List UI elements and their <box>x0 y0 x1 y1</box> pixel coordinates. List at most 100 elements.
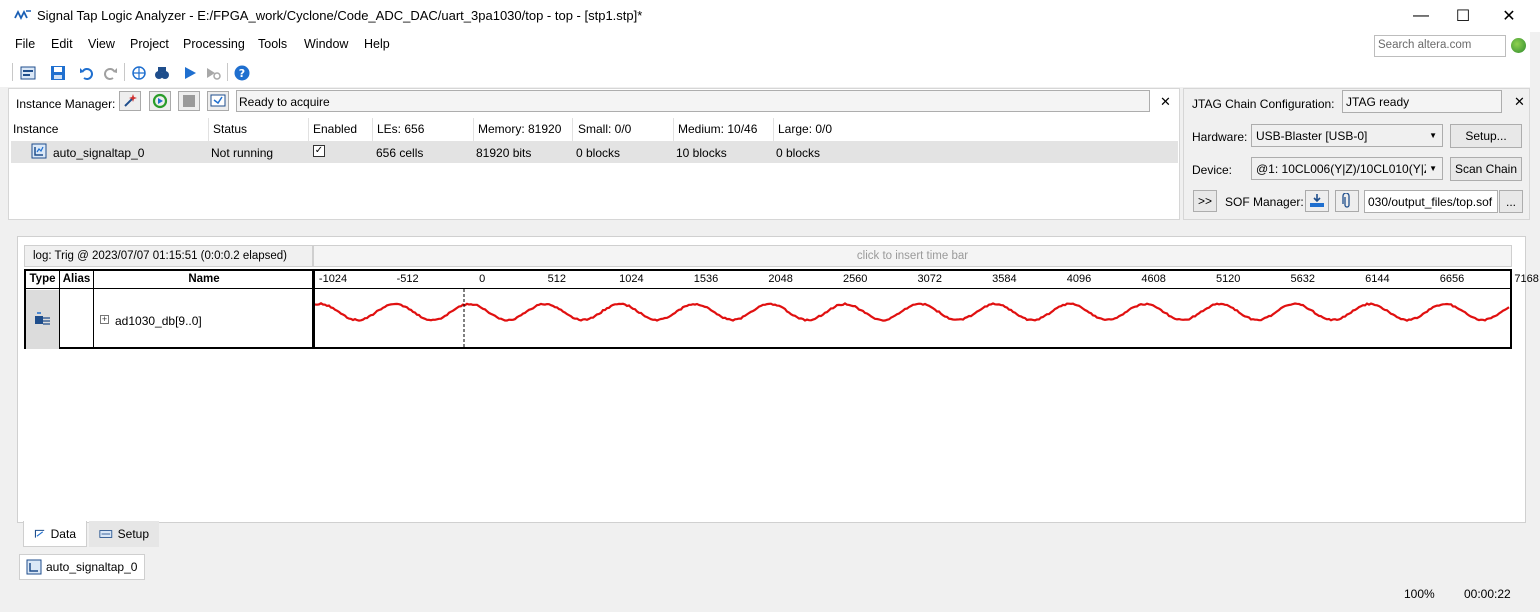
column-enabled[interactable]: Enabled <box>313 122 357 136</box>
autorun-button[interactable] <box>149 91 171 111</box>
time-bar-insert-area[interactable]: click to insert time bar <box>313 245 1512 267</box>
autorun-analysis-icon[interactable] <box>205 65 221 81</box>
enabled-checkbox[interactable]: ✓ <box>313 145 325 157</box>
jtag-chain-panel: JTAG Chain Configuration: JTAG ready ✕ H… <box>1183 88 1530 220</box>
signal-tap-app-icon <box>14 8 32 22</box>
time-tick-label: 2560 <box>843 273 867 285</box>
time-tick-label: 6144 <box>1365 273 1389 285</box>
column-les[interactable]: LEs: 656 <box>377 122 424 136</box>
elapsed-time: 00:00:22 <box>1464 587 1511 601</box>
read-data-button[interactable] <box>207 91 229 111</box>
column-divider <box>773 118 774 142</box>
column-large[interactable]: Large: 0/0 <box>778 122 832 136</box>
toolbar-separator <box>227 63 228 81</box>
instance-row[interactable]: auto_signaltap_0 Not running ✓ 656 cells… <box>11 141 1178 163</box>
waveform-trace <box>315 303 1509 320</box>
globe-icon[interactable] <box>1511 38 1526 53</box>
menu-window[interactable]: Window <box>304 37 348 51</box>
attach-sof-button[interactable] <box>1335 190 1359 212</box>
instance-small: 0 blocks <box>576 146 620 160</box>
device-value: @1: 10CL006(Y|Z)/10CL010(Y|Z <box>1256 162 1431 176</box>
menu-processing[interactable]: Processing <box>183 37 245 51</box>
setup-tab-icon <box>99 527 113 541</box>
signal-tap-window: Signal Tap Logic Analyzer - E:/FPGA_work… <box>0 0 1540 612</box>
column-instance[interactable]: Instance <box>13 122 58 136</box>
stop-icon <box>182 94 196 108</box>
instance-tab-icon <box>26 559 42 575</box>
instance-manager-panel: Instance Manager: Ready to acquire ✕ Ins… <box>8 88 1180 220</box>
column-memory[interactable]: Memory: 81920 <box>478 122 561 136</box>
signal-name[interactable]: ad1030_db[9..0] <box>115 314 202 328</box>
menu-file[interactable]: File <box>15 37 35 51</box>
instance-status: Not running <box>211 146 273 160</box>
sof-path-field[interactable]: 030/output_files/top.sof <box>1364 190 1498 213</box>
column-small[interactable]: Small: 0/0 <box>578 122 631 136</box>
hardware-label: Hardware: <box>1192 130 1247 144</box>
time-tick-label: 6656 <box>1440 273 1464 285</box>
run-analysis-icon[interactable] <box>182 65 198 81</box>
time-tick-label: -1024 <box>319 273 347 285</box>
close-instance-manager-icon[interactable]: ✕ <box>1160 94 1171 110</box>
close-window-button[interactable]: ✕ <box>1486 0 1532 32</box>
waveform-display[interactable]: -1024 -512 0 512 1024 1536 2048 2560 3072 3584 409… <box>313 269 1512 349</box>
column-divider <box>208 118 209 142</box>
paperclip-icon <box>1339 193 1355 209</box>
signal-table: Type Alias Name + ad1030_db[9..0] <box>24 269 314 349</box>
alias-header[interactable]: Alias <box>59 271 94 289</box>
menu-project[interactable]: Project <box>130 37 169 51</box>
device-label: Device: <box>1192 163 1232 177</box>
signal-type-cell[interactable] <box>26 290 59 349</box>
instance-tab[interactable]: auto_signaltap_0 <box>19 554 145 580</box>
tab-data[interactable]: Data <box>23 521 87 547</box>
menu-help[interactable]: Help <box>364 37 390 51</box>
find-icon[interactable] <box>154 65 170 81</box>
time-tick-label: 4096 <box>1067 273 1091 285</box>
menu-view[interactable]: View <box>88 37 115 51</box>
menu-edit[interactable]: Edit <box>51 37 73 51</box>
time-tick-label: 5120 <box>1216 273 1240 285</box>
window-title: Signal Tap Logic Analyzer - E:/FPGA_work… <box>37 8 642 23</box>
signal-waveform <box>315 289 1510 347</box>
hardware-select[interactable]: USB-Blaster [USB-0] ▼ <box>1251 124 1443 147</box>
setup-button[interactable]: Setup... <box>1450 124 1522 148</box>
maximize-button[interactable]: ☐ <box>1440 0 1486 32</box>
column-medium[interactable]: Medium: 10/46 <box>678 122 757 136</box>
browse-sof-button[interactable]: ... <box>1499 190 1523 213</box>
menu-tools[interactable]: Tools <box>258 37 287 51</box>
column-status[interactable]: Status <box>213 122 247 136</box>
log-header: log: Trig @ 2023/07/07 01:15:51 (0:0:0.2… <box>24 245 313 267</box>
undo-icon[interactable] <box>79 65 95 81</box>
time-tick-label: 2048 <box>768 273 792 285</box>
type-header[interactable]: Type <box>26 271 59 289</box>
time-ruler[interactable]: -1024 -512 0 512 1024 1536 2048 2560 3072 3584 409… <box>315 271 1510 289</box>
name-header[interactable]: Name <box>94 271 314 289</box>
time-tick-label: 1024 <box>619 273 643 285</box>
column-divider <box>308 118 309 142</box>
autorun-icon[interactable] <box>131 65 147 81</box>
tab-setup-label: Setup <box>118 527 149 541</box>
save-icon[interactable] <box>50 65 66 81</box>
tab-setup[interactable]: Setup <box>89 521 159 547</box>
minimize-button[interactable]: — <box>1398 0 1444 32</box>
expand-jtag-button[interactable]: >> <box>1193 190 1217 212</box>
instance-manager-icon[interactable] <box>20 65 36 81</box>
search-input[interactable]: Search altera.com <box>1374 35 1506 57</box>
title-bar: Signal Tap Logic Analyzer - E:/FPGA_work… <box>0 0 1540 32</box>
instance-manager-label: Instance Manager: <box>16 97 115 111</box>
data-tab-icon <box>34 527 46 541</box>
initialize-instance-button[interactable] <box>119 91 141 111</box>
scan-chain-button[interactable]: Scan Chain <box>1450 157 1522 181</box>
device-select[interactable]: @1: 10CL006(Y|Z)/10CL010(Y|Z ▼ <box>1251 157 1443 180</box>
column-divider <box>372 118 373 142</box>
column-divider <box>673 118 674 142</box>
stop-analysis-button[interactable] <box>178 91 200 111</box>
program-device-button[interactable] <box>1305 190 1329 212</box>
time-tick-label: -512 <box>397 273 419 285</box>
time-tick-label: 1536 <box>694 273 718 285</box>
time-tick-label: 3072 <box>918 273 942 285</box>
close-jtag-icon[interactable]: ✕ <box>1514 94 1525 110</box>
redo-icon[interactable] <box>102 65 118 81</box>
help-icon[interactable]: ? <box>234 65 250 81</box>
time-tick-label: 3584 <box>992 273 1016 285</box>
expand-signal-button[interactable]: + <box>100 315 109 324</box>
